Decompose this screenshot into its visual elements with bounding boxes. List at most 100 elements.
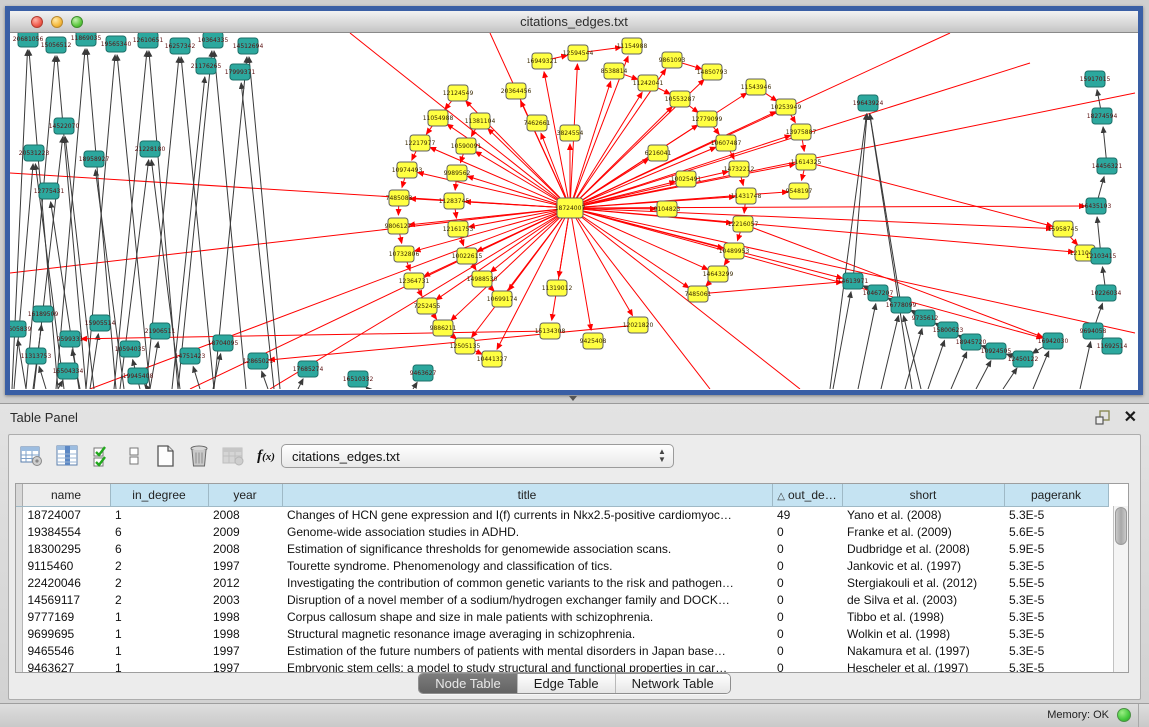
citation-edge-black[interactable] bbox=[858, 304, 876, 389]
yellow-node[interactable]: 9861093 bbox=[659, 52, 686, 68]
column-header-title[interactable]: title bbox=[282, 484, 772, 506]
cell-in_degree[interactable]: 6 bbox=[110, 523, 208, 540]
table-row[interactable]: 1456911722003Disruption of a novel membe… bbox=[16, 591, 1108, 608]
cell-in_degree[interactable]: 2 bbox=[110, 574, 208, 591]
column-header-pagerank[interactable]: pagerank bbox=[1004, 484, 1108, 506]
cell-year[interactable]: 1998 bbox=[208, 625, 282, 642]
table-row[interactable]: 1830029562008Estimation of significance … bbox=[16, 540, 1108, 557]
yellow-node[interactable]: 15958745 bbox=[1048, 221, 1079, 237]
citation-edge-black[interactable] bbox=[413, 382, 417, 389]
cell-pagerank[interactable]: 5.6E-5 bbox=[1004, 523, 1108, 540]
citation-edge-black[interactable] bbox=[262, 371, 268, 389]
citation-edge-black[interactable] bbox=[178, 51, 212, 389]
cell-name[interactable]: 9699695 bbox=[22, 625, 110, 642]
teal-node[interactable]: 21906511 bbox=[145, 323, 176, 339]
cell-pagerank[interactable]: 5.3E-5 bbox=[1004, 659, 1108, 673]
yellow-node[interactable]: 9425408 bbox=[580, 333, 607, 349]
citation-edge-red[interactable] bbox=[570, 208, 800, 389]
node-table[interactable]: namein_degreeyeartitle△out_de…shortpager… bbox=[15, 483, 1129, 673]
cell-title[interactable]: Tourette syndrome. Phenomenology and cla… bbox=[282, 557, 772, 574]
yellow-node[interactable]: 9886211 bbox=[430, 320, 457, 336]
yellow-node[interactable]: 10732806 bbox=[389, 246, 420, 262]
teal-node[interactable]: 18704095 bbox=[208, 335, 239, 351]
close-panel-icon[interactable]: ✕ bbox=[1124, 407, 1137, 427]
cell-out_degree[interactable]: 0 bbox=[772, 523, 842, 540]
cell-in_degree[interactable]: 1 bbox=[110, 608, 208, 625]
cell-year[interactable]: 2008 bbox=[208, 506, 282, 523]
cell-in_degree[interactable]: 6 bbox=[110, 540, 208, 557]
network-view-frame[interactable]: citations_edges.txt 12124549110549881221… bbox=[5, 6, 1143, 395]
yellow-node[interactable]: 11431748 bbox=[731, 188, 762, 204]
cell-pagerank[interactable]: 5.3E-5 bbox=[1004, 642, 1108, 659]
table-row[interactable]: 1872400712008Changes of HCN gene express… bbox=[16, 506, 1108, 523]
cell-in_degree[interactable]: 2 bbox=[110, 591, 208, 608]
cell-out_degree[interactable]: 0 bbox=[772, 540, 842, 557]
teal-node[interactable]: 14751423 bbox=[175, 348, 206, 364]
yellow-node[interactable]: 11543946 bbox=[741, 79, 772, 95]
yellow-node[interactable]: 12779099 bbox=[692, 111, 723, 127]
panel-splitter-handle[interactable] bbox=[563, 396, 583, 403]
cell-name[interactable]: 9777169 bbox=[22, 608, 110, 625]
cell-title[interactable]: Estimation of significance thresholds fo… bbox=[282, 540, 772, 557]
citation-network-graph[interactable]: 1212454911054988122179771097449374850839… bbox=[10, 33, 1136, 389]
cell-short[interactable]: Nakamura et al. (1997) bbox=[842, 642, 1004, 659]
cell-title[interactable]: Estimation of the future numbers of pati… bbox=[282, 642, 772, 659]
yellow-node[interactable]: 14988530 bbox=[467, 271, 498, 287]
teal-node[interactable]: 21176265 bbox=[191, 58, 222, 74]
yellow-node[interactable]: 12594544 bbox=[563, 45, 594, 61]
hub-node[interactable]: 18724007 bbox=[555, 198, 586, 218]
cell-out_degree[interactable]: 0 bbox=[772, 659, 842, 673]
citation-edge-black[interactable] bbox=[39, 367, 46, 389]
column-header-year[interactable]: year bbox=[208, 484, 282, 506]
yellow-node[interactable]: 7485083 bbox=[386, 190, 413, 206]
cell-in_degree[interactable]: 1 bbox=[110, 506, 208, 523]
citation-edge-black[interactable] bbox=[117, 55, 150, 389]
table-row[interactable]: 977716911998Corpus callosum shape and si… bbox=[16, 608, 1108, 625]
cell-name[interactable]: 9465546 bbox=[22, 642, 110, 659]
cell-name[interactable]: 14569117 bbox=[22, 591, 110, 608]
yellow-node[interactable]: 3824554 bbox=[557, 125, 584, 141]
delete-column-icon[interactable] bbox=[185, 442, 213, 470]
citation-edge-black[interactable] bbox=[58, 381, 63, 389]
citation-edge-red[interactable] bbox=[570, 208, 1052, 229]
citation-edge-black[interactable] bbox=[298, 379, 303, 389]
teal-node[interactable]: 19565340 bbox=[101, 36, 132, 52]
teal-node[interactable]: 16257342 bbox=[165, 38, 196, 54]
cell-name[interactable]: 18300295 bbox=[22, 540, 110, 557]
yellow-node[interactable]: 8538814 bbox=[601, 63, 628, 79]
yellow-node[interactable]: 13975887 bbox=[786, 124, 817, 140]
yellow-node[interactable]: 12217977 bbox=[405, 135, 436, 151]
yellow-node[interactable]: 14643299 bbox=[703, 266, 734, 282]
new-column-icon[interactable] bbox=[151, 442, 179, 470]
cell-pagerank[interactable]: 5.5E-5 bbox=[1004, 574, 1108, 591]
teal-node[interactable]: 12865021 bbox=[243, 353, 274, 369]
cell-in_degree[interactable]: 1 bbox=[110, 625, 208, 642]
cell-in_degree[interactable]: 1 bbox=[110, 642, 208, 659]
yellow-node[interactable]: 14732212 bbox=[724, 161, 755, 177]
citation-edge-black[interactable] bbox=[26, 56, 55, 389]
table-vertical-scrollbar[interactable] bbox=[1113, 506, 1128, 672]
table-row[interactable]: 946554611997Estimation of the future num… bbox=[16, 642, 1108, 659]
citation-edge-red[interactable] bbox=[570, 208, 689, 288]
citation-edge-red[interactable] bbox=[806, 162, 1052, 226]
cell-in_degree[interactable]: 2 bbox=[110, 557, 208, 574]
teal-node[interactable]: 19643924 bbox=[853, 95, 884, 111]
yellow-node[interactable]: 11283745 bbox=[439, 193, 470, 209]
yellow-node[interactable]: 20364456 bbox=[501, 83, 532, 99]
teal-node[interactable]: 11692514 bbox=[1097, 338, 1128, 354]
cell-short[interactable]: Jankovic et al. (1997) bbox=[842, 557, 1004, 574]
teal-node[interactable]: 9463627 bbox=[410, 365, 437, 381]
yellow-node[interactable]: 9806127 bbox=[385, 218, 412, 234]
teal-node[interactable]: 14512694 bbox=[233, 38, 264, 54]
citation-edge-black[interactable] bbox=[870, 114, 901, 305]
cell-title[interactable]: Disruption of a novel member of a sodium… bbox=[282, 591, 772, 608]
scrollbar-thumb[interactable] bbox=[1115, 507, 1127, 545]
teal-node[interactable]: 21228180 bbox=[135, 141, 166, 157]
cell-title[interactable]: Structural magnetic resonance image aver… bbox=[282, 625, 772, 642]
cell-out_degree[interactable]: 0 bbox=[772, 608, 842, 625]
cell-out_degree[interactable]: 0 bbox=[772, 574, 842, 591]
cell-out_degree[interactable]: 0 bbox=[772, 557, 842, 574]
cell-title[interactable]: Investigating the contribution of common… bbox=[282, 574, 772, 591]
yellow-node[interactable]: 9548197 bbox=[786, 183, 813, 199]
table-row[interactable]: 946362711997Embryonic stem cells: a mode… bbox=[16, 659, 1108, 673]
